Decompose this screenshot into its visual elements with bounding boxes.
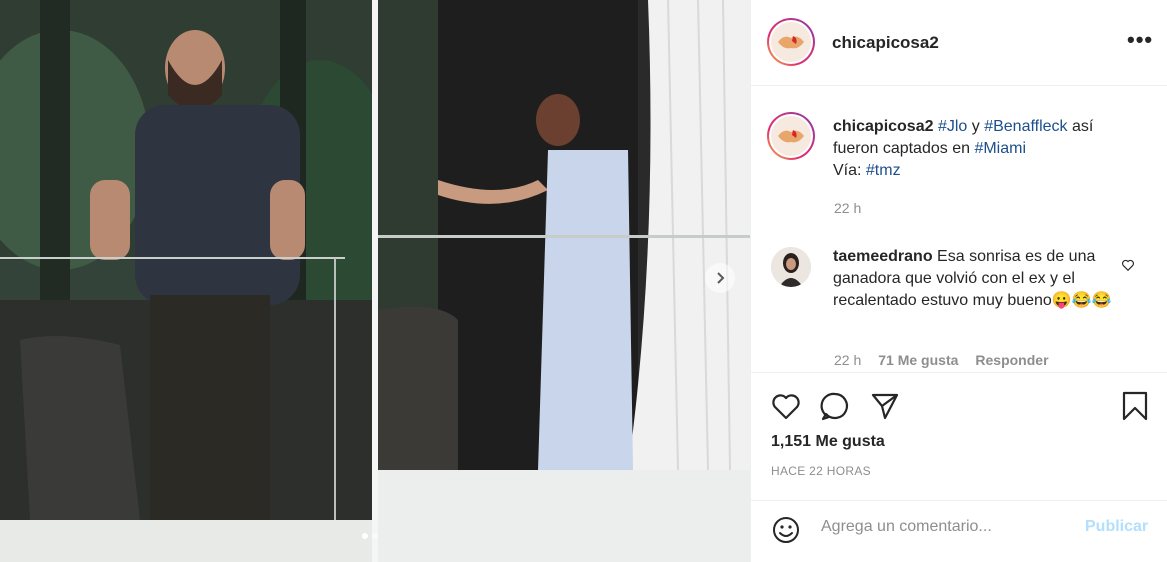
caption-text: y [967,118,985,135]
comment-like-heart-icon[interactable] [1121,258,1135,272]
hashtag-miami[interactable]: #Miami [974,140,1026,157]
post-media[interactable] [0,0,750,562]
post-photo-woman-in-doorway [378,0,750,562]
comment-emojis: 😛😂😂 [1051,292,1112,309]
hashtag-jlo[interactable]: #Jlo [938,118,967,135]
carousel-dots [362,533,378,539]
caption-author-avatar[interactable] [767,112,815,160]
carousel-next-button[interactable] [705,263,735,293]
carousel-dot [372,533,378,539]
send-icon[interactable] [869,390,901,422]
post-timestamp[interactable]: HACE 22 HORAS [771,464,871,478]
chevron-right-icon [717,272,725,284]
publish-button[interactable]: Publicar [1085,518,1148,536]
caption-username[interactable]: chicapicosa2 [833,118,934,135]
comment-meta: 22 h 71 Me gusta Responder [834,352,1049,368]
emoji-icon[interactable] [770,514,802,546]
author-username[interactable]: chicapicosa2 [832,33,939,53]
post-caption: chicapicosa2 #Jlo y #Benaffleck así fuer… [833,116,1133,182]
caption-timestamp[interactable]: 22 h [834,200,861,216]
comment: taemeedrano Esa sonrisa es de una ganado… [833,246,1113,312]
comment-icon[interactable] [819,390,851,422]
lips-logo-icon [778,130,804,143]
comment-likes[interactable]: 71 Me gusta [878,352,958,368]
post-side-panel: chicapicosa2 ••• chicapicosa2 #Jlo y #Be… [750,0,1167,562]
bookmark-icon[interactable] [1119,390,1151,422]
hashtag-tmz[interactable]: #tmz [866,162,901,179]
post-header: chicapicosa2 ••• [751,0,1167,86]
caption-via-label: Vía: [833,162,866,179]
comment-username[interactable]: taemeedrano [833,248,933,265]
more-options-button[interactable]: ••• [1127,29,1153,51]
commenter-avatar[interactable] [771,247,811,287]
author-avatar[interactable] [767,18,815,66]
post-photo-man-on-balcony [0,0,372,562]
post-likes-count[interactable]: 1,151 Me gusta [771,433,885,451]
post-actions: 1,151 Me gusta HACE 22 HORAS [751,372,1167,502]
carousel-dot-active [362,533,368,539]
lips-logo-icon [778,36,804,49]
comment-input[interactable] [821,515,1071,539]
add-comment-bar: Publicar [751,500,1167,562]
hashtag-benaffleck[interactable]: #Benaffleck [984,118,1067,135]
comment-reply-button[interactable]: Responder [975,352,1048,368]
comment-timestamp[interactable]: 22 h [834,352,861,368]
heart-icon[interactable] [770,390,802,422]
